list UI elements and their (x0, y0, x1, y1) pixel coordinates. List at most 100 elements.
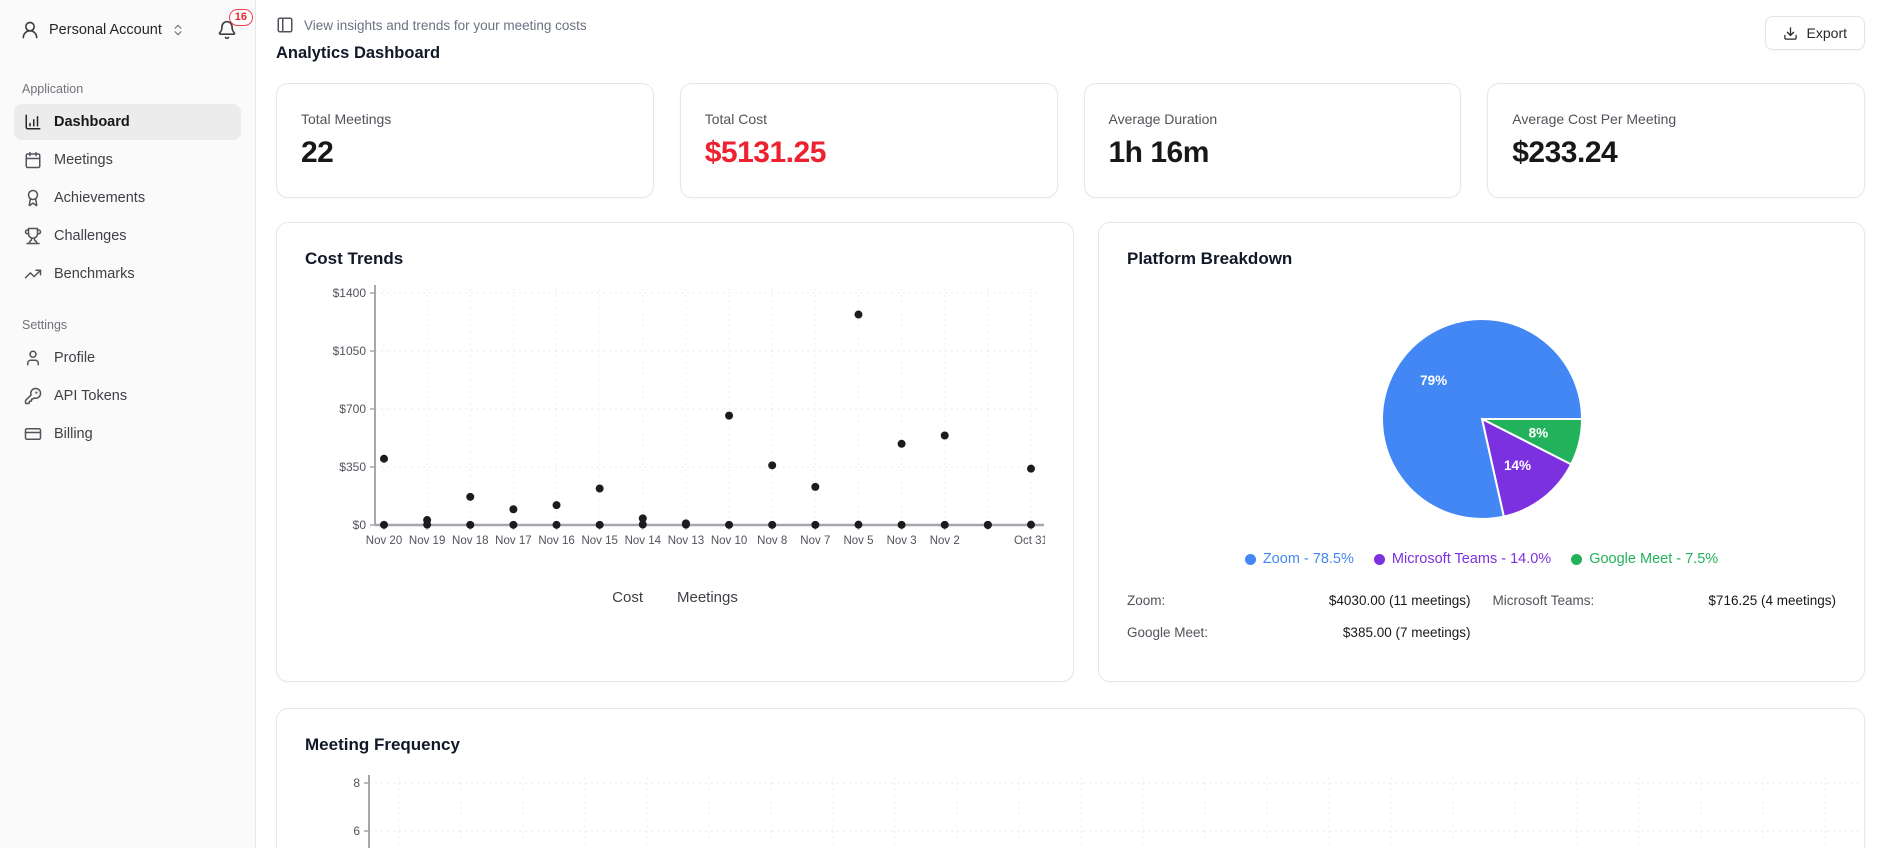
page-header: View insights and trends for your meetin… (276, 16, 1865, 63)
detail-name: Google Meet: (1127, 625, 1208, 640)
user-round-icon (20, 20, 40, 40)
legend-dot-google-meet (1571, 554, 1582, 565)
svg-text:Nov 17: Nov 17 (495, 535, 531, 547)
page-title: Analytics Dashboard (276, 44, 587, 63)
header-text: View insights and trends for your meetin… (276, 16, 587, 63)
platform-breakdown-card: Platform Breakdown 8%14%79% Zoom - 78.5%… (1098, 222, 1865, 682)
sidebar-item-label: Meetings (54, 152, 113, 168)
award-icon (24, 189, 42, 207)
sidebar-item-meetings[interactable]: Meetings (14, 142, 241, 178)
meeting-frequency-chart: 86 (305, 769, 1865, 848)
calendar-icon (24, 151, 42, 169)
trophy-icon (24, 227, 42, 245)
sidebar-item-label: Dashboard (54, 114, 130, 130)
legend-item-zoom[interactable]: Zoom - 78.5% (1245, 551, 1354, 567)
stat-card-average-duration: Average Duration 1h 16m (1084, 83, 1462, 198)
sidebar-item-label: Achievements (54, 190, 145, 206)
svg-text:$1400: $1400 (333, 286, 367, 300)
platform-breakdown-pie-chart: 8%14%79% (1362, 307, 1602, 531)
legend-label: Zoom - 78.5% (1263, 551, 1354, 567)
legend-item-microsoft-teams[interactable]: Microsoft Teams - 14.0% (1374, 551, 1551, 567)
user-icon (24, 349, 42, 367)
credit-card-icon (24, 425, 42, 443)
section-label-application: Application (22, 82, 233, 96)
svg-text:Nov 2: Nov 2 (930, 535, 960, 547)
sidebar: Personal Account 16 Application Dashboar… (0, 0, 256, 848)
sidebar-item-label: API Tokens (54, 388, 127, 404)
svg-text:Oct 31: Oct 31 (1014, 535, 1045, 547)
svg-text:Nov 7: Nov 7 (800, 535, 830, 547)
detail-row-google-meet: Google Meet: $385.00 (7 meetings) (1127, 625, 1471, 640)
export-label: Export (1807, 25, 1847, 41)
sidebar-item-profile[interactable]: Profile (14, 340, 241, 376)
detail-value: $4030.00 (11 meetings) (1329, 593, 1471, 608)
platform-breakdown-details: Zoom: $4030.00 (11 meetings) Microsoft T… (1127, 593, 1836, 640)
meeting-frequency-title: Meeting Frequency (305, 735, 1836, 755)
key-icon (24, 387, 42, 405)
cost-trends-legend: Cost Meetings (305, 589, 1045, 606)
download-icon (1783, 26, 1798, 41)
notifications-button[interactable]: 16 (217, 20, 237, 40)
cost-trends-card: Cost Trends $0 $350 $700 $1050 $1400 Nov 20 No… (276, 222, 1074, 682)
svg-text:Nov 13: Nov 13 (668, 535, 704, 547)
stat-label: Total Cost (705, 111, 1033, 127)
sidebar-item-challenges[interactable]: Challenges (14, 218, 241, 254)
sidebar-item-label: Profile (54, 350, 95, 366)
stat-card-average-cost-per-meeting: Average Cost Per Meeting $233.24 (1487, 83, 1865, 198)
svg-text:8%: 8% (1528, 426, 1548, 441)
account-name: Personal Account (49, 22, 162, 38)
svg-text:$350: $350 (339, 460, 366, 474)
platform-breakdown-legend: Zoom - 78.5% Microsoft Teams - 14.0% Goo… (1245, 551, 1718, 567)
chevrons-up-down-icon (171, 23, 185, 37)
cost-trends-title: Cost Trends (305, 249, 1045, 269)
trending-up-icon (24, 265, 42, 283)
svg-text:Nov 10: Nov 10 (711, 535, 747, 547)
stat-value: $5131.25 (705, 136, 1033, 170)
stat-label: Average Cost Per Meeting (1512, 111, 1840, 127)
legend-item-cost[interactable]: Cost (612, 589, 643, 606)
svg-text:Nov 16: Nov 16 (538, 535, 574, 547)
sidebar-item-achievements[interactable]: Achievements (14, 180, 241, 216)
svg-text:Nov 20: Nov 20 (366, 535, 402, 547)
sidebar-item-billing[interactable]: Billing (14, 416, 241, 452)
svg-text:$700: $700 (339, 402, 366, 416)
sidebar-item-label: Billing (54, 426, 93, 442)
stat-value: $233.24 (1512, 136, 1840, 170)
charts-row: Cost Trends $0 $350 $700 $1050 $1400 Nov 20 No… (276, 222, 1865, 682)
sidebar-item-api-tokens[interactable]: API Tokens (14, 378, 241, 414)
svg-text:Nov 8: Nov 8 (757, 535, 787, 547)
detail-value: $716.25 (4 meetings) (1708, 593, 1836, 608)
stat-card-total-cost: Total Cost $5131.25 (680, 83, 1058, 198)
stat-value: 1h 16m (1109, 136, 1437, 170)
export-button[interactable]: Export (1765, 16, 1865, 50)
legend-label: Google Meet - 7.5% (1589, 551, 1718, 567)
section-label-settings: Settings (22, 318, 233, 332)
detail-name: Zoom: (1127, 593, 1165, 608)
svg-text:6: 6 (353, 824, 360, 838)
stat-label: Average Duration (1109, 111, 1437, 127)
legend-dot-zoom (1245, 554, 1256, 565)
platform-breakdown-title: Platform Breakdown (1127, 249, 1836, 269)
svg-text:Nov 14: Nov 14 (625, 535, 662, 547)
svg-text:8: 8 (353, 776, 360, 790)
sidebar-item-benchmarks[interactable]: Benchmarks (14, 256, 241, 292)
cost-trends-chart: $0$350$700$1050$1400Nov 20Nov 19Nov 18No… (305, 277, 1045, 579)
legend-item-google-meet[interactable]: Google Meet - 7.5% (1571, 551, 1718, 567)
meeting-frequency-card: Meeting Frequency 86 (276, 708, 1865, 848)
svg-text:Nov 19: Nov 19 (409, 535, 445, 547)
sidebar-item-dashboard[interactable]: Dashboard (14, 104, 241, 140)
account-switcher[interactable]: Personal Account 16 (14, 16, 241, 44)
svg-text:$0: $0 (353, 518, 367, 532)
detail-row-microsoft-teams: Microsoft Teams: $716.25 (4 meetings) (1493, 593, 1837, 608)
svg-text:$1050: $1050 (333, 344, 367, 358)
svg-text:Nov 5: Nov 5 (843, 535, 873, 547)
panel-left-icon[interactable] (276, 16, 294, 34)
sidebar-item-label: Challenges (54, 228, 127, 244)
detail-value: $385.00 (7 meetings) (1343, 625, 1471, 640)
legend-dot-microsoft-teams (1374, 554, 1385, 565)
stat-value: 22 (301, 136, 629, 170)
svg-text:Nov 3: Nov 3 (887, 535, 917, 547)
legend-item-meetings[interactable]: Meetings (677, 589, 738, 606)
stat-label: Total Meetings (301, 111, 629, 127)
stat-card-total-meetings: Total Meetings 22 (276, 83, 654, 198)
